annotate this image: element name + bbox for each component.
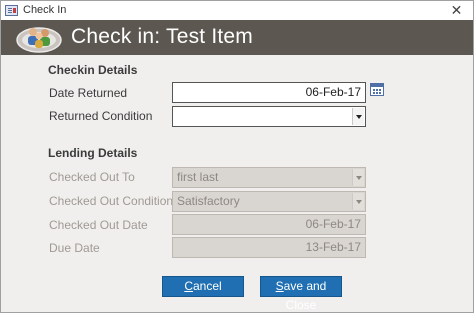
page-title: Check in: Test Item [71, 25, 253, 48]
form-icon [5, 5, 18, 16]
cancel-accelerator: C [184, 279, 193, 293]
lending-details-heading: Lending Details [48, 146, 138, 160]
chevron-down-icon[interactable] [352, 108, 364, 125]
chevron-down-icon [352, 193, 364, 210]
checked-out-date-input: 06-Feb-17 [172, 214, 366, 235]
title-bar: Check In ✕ [1, 1, 473, 20]
due-date-label: Due Date [49, 241, 100, 255]
checked-out-to-label: Checked Out To [49, 170, 135, 184]
checkin-details-heading: Checkin Details [48, 63, 138, 77]
window-title: Check In [23, 4, 67, 16]
checked-out-condition-value: Satisfactory [177, 194, 240, 208]
form-body: Checkin Details Date Returned 06-Feb-17 … [1, 55, 473, 312]
checked-out-condition-select: Satisfactory [172, 191, 366, 212]
save-accelerator: S [275, 279, 284, 293]
form-header: Check in: Test Item [1, 20, 473, 55]
due-date-input: 13-Feb-17 [172, 237, 366, 258]
cancel-button[interactable]: Cancel [162, 276, 244, 297]
date-returned-label: Date Returned [49, 86, 128, 100]
save-and-close-button[interactable]: Save and Close [260, 276, 342, 312]
people-icon [16, 27, 62, 53]
check-in-window: Check In ✕ Check in: Test Item Checkin D… [0, 0, 474, 313]
returned-condition-select[interactable] [172, 106, 366, 127]
calendar-icon[interactable] [370, 83, 384, 96]
date-returned-input[interactable]: 06-Feb-17 [172, 82, 366, 103]
returned-condition-label: Returned Condition [49, 109, 153, 123]
checked-out-to-select: first last [172, 167, 366, 188]
checked-out-to-value: first last [177, 170, 219, 184]
checked-out-condition-label: Checked Out Condition [49, 194, 174, 208]
save-label: ave and Close [283, 279, 327, 312]
cancel-label: ancel [192, 279, 222, 293]
close-button[interactable]: ✕ [440, 1, 473, 20]
checked-out-date-label: Checked Out Date [49, 218, 148, 232]
chevron-down-icon [352, 169, 364, 186]
